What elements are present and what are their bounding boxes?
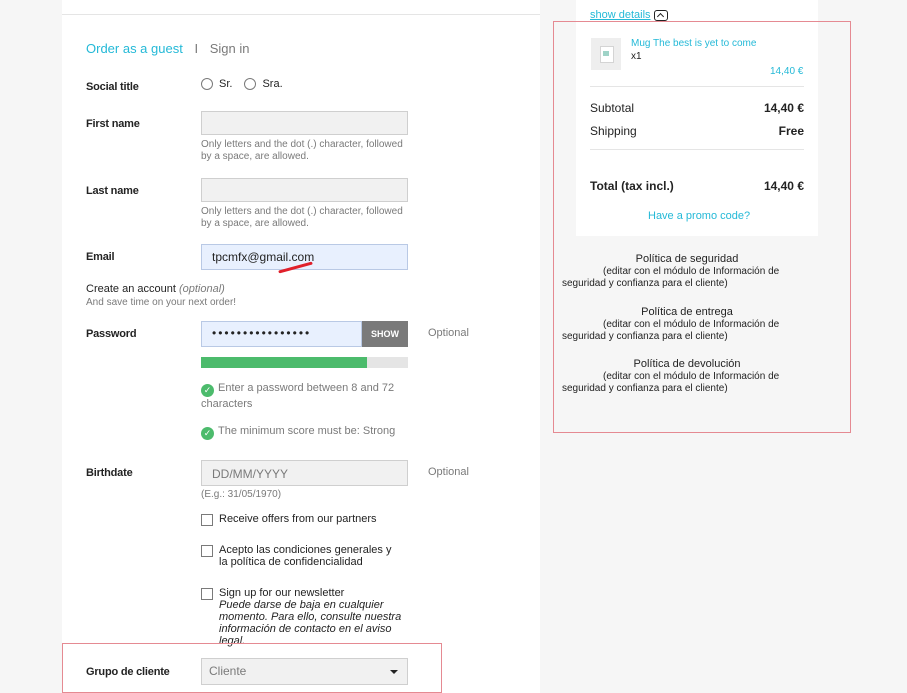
- checkbox-newsletter-label[interactable]: Sign up for our newsletter Puede darse d…: [219, 587, 416, 647]
- checkbox-row-newsletter[interactable]: Sign up for our newsletter Puede darse d…: [201, 587, 416, 647]
- summary-highlight: [553, 21, 851, 433]
- password-input[interactable]: ••••••••••••••••: [201, 321, 362, 347]
- birthdate-optional: Optional: [428, 466, 469, 478]
- password-rule-length: ✓ Enter a password between 8 and 72 chara…: [201, 381, 411, 411]
- show-password-button[interactable]: SHOW: [362, 321, 408, 347]
- show-details-text[interactable]: show details: [590, 9, 651, 21]
- first-name-label: First name: [86, 118, 140, 130]
- radio-sr-label[interactable]: Sr.: [219, 78, 232, 90]
- last-name-label: Last name: [86, 185, 139, 197]
- check-circle-icon: ✓: [201, 427, 214, 440]
- checkbox-row-terms[interactable]: Acepto las condiciones generales y la po…: [201, 544, 401, 568]
- check-circle-icon: ✓: [201, 384, 214, 397]
- tab-order-as-guest[interactable]: Order as a guest: [86, 41, 183, 56]
- checkbox-newsletter[interactable]: [201, 588, 213, 600]
- create-account-text: Create an account: [86, 283, 176, 295]
- birthdate-input[interactable]: DD/MM/YYYY: [201, 460, 408, 486]
- create-account-optional: (optional): [178, 283, 225, 295]
- customer-group-highlight: [62, 643, 442, 693]
- tab-separator: I: [194, 41, 199, 56]
- birthdate-example: (E.g.: 31/05/1970): [201, 489, 282, 500]
- password-label: Password: [86, 328, 137, 340]
- password-rule-score: ✓ The minimum score must be: Strong: [201, 424, 411, 440]
- chevron-up-icon[interactable]: [653, 9, 668, 21]
- create-account-subtitle: And save time on your next order!: [86, 297, 237, 308]
- checkbox-partners-label[interactable]: Receive offers from our partners: [219, 513, 377, 526]
- checkbox-terms-label[interactable]: Acepto las condiciones generales y la po…: [219, 544, 401, 568]
- radio-sra[interactable]: [244, 78, 257, 90]
- first-name-input[interactable]: [201, 111, 408, 135]
- password-rule-length-text: Enter a password between 8 and 72 charac…: [201, 382, 395, 410]
- checkbox-row-partners[interactable]: Receive offers from our partners: [201, 513, 416, 526]
- password-optional: Optional: [428, 327, 469, 339]
- newsletter-note: Puede darse de baja en cualquier momento…: [219, 599, 402, 647]
- tab-sign-in[interactable]: Sign in: [210, 41, 250, 56]
- social-title-label: Social title: [86, 81, 139, 93]
- checkbox-partners[interactable]: [201, 514, 213, 526]
- radio-sr[interactable]: [201, 78, 213, 90]
- newsletter-text: Sign up for our newsletter: [219, 587, 345, 599]
- last-name-help: Only letters and the dot (.) character, …: [201, 206, 403, 229]
- password-strength-fill: [201, 357, 367, 368]
- checkout-form-card: Order as a guest I Sign in Social title …: [62, 0, 540, 693]
- radio-sra-label[interactable]: Sra.: [262, 78, 282, 90]
- show-details-link[interactable]: show details: [590, 9, 668, 21]
- first-name-help: Only letters and the dot (.) character, …: [201, 139, 403, 162]
- create-account-title: Create an account (optional): [86, 283, 225, 295]
- social-title-options: Sr. Sra.: [201, 78, 295, 90]
- last-name-input[interactable]: [201, 178, 408, 202]
- email-label: Email: [86, 251, 115, 263]
- password-strength-meter: [201, 357, 408, 368]
- personal-info-tabs: Order as a guest I Sign in: [86, 41, 249, 56]
- password-rule-score-text: The minimum score must be: Strong: [218, 425, 396, 437]
- checkbox-terms[interactable]: [201, 545, 213, 557]
- divider: [62, 14, 540, 15]
- birthdate-label: Birthdate: [86, 467, 133, 479]
